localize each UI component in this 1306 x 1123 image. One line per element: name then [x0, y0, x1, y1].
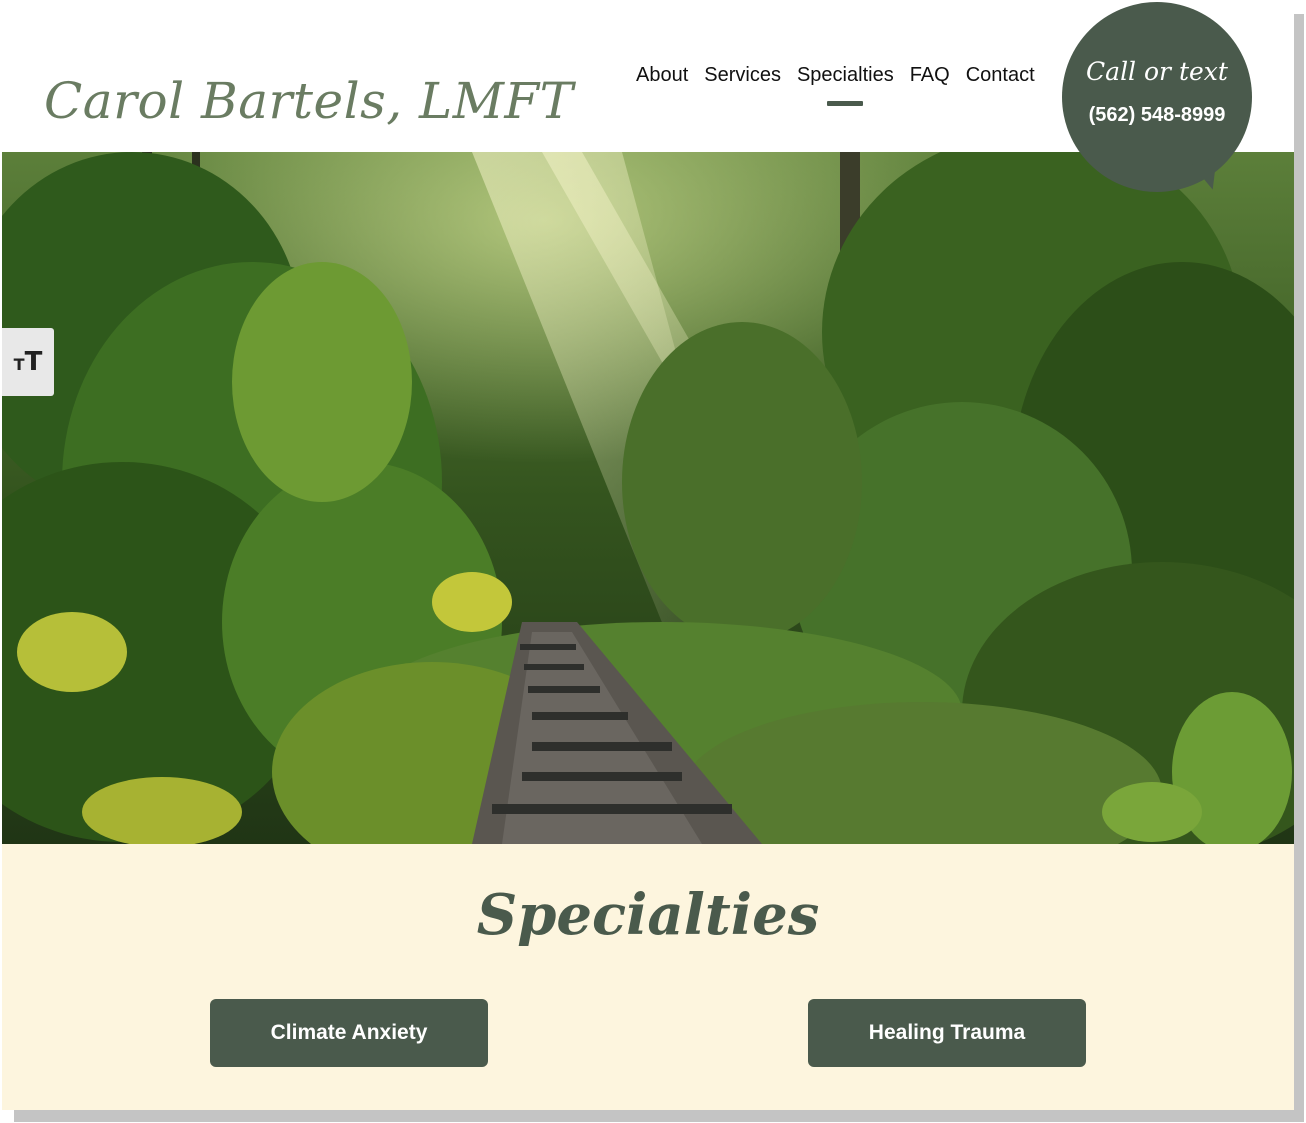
nav-item-contact[interactable]: Contact	[958, 64, 1043, 87]
section-title: Specialties	[476, 882, 820, 948]
nav-item-faq[interactable]: FAQ	[902, 64, 958, 87]
hero-banner	[2, 152, 1294, 844]
forest-path-image	[2, 152, 1294, 844]
nav-item-about[interactable]: About	[636, 64, 696, 87]
specialties-section: Specialties Climate Anxiety Healing Trau…	[2, 844, 1294, 1110]
nav-item-specialties[interactable]: Specialties	[789, 64, 902, 106]
main-nav: About Services Specialties FAQ Contact	[636, 64, 1043, 106]
phone-number[interactable]: (562) 548-8999	[1062, 104, 1252, 127]
healing-trauma-button[interactable]: Healing Trauma	[808, 999, 1086, 1067]
site-logo[interactable]: Carol Bartels, LMFT	[44, 72, 573, 130]
call-or-text-label: Call or text	[1086, 57, 1228, 86]
nav-item-services[interactable]: Services	[696, 64, 789, 87]
text-size-button[interactable]: TT	[2, 328, 54, 396]
text-size-icon: TT	[13, 347, 43, 377]
call-or-text-bubble[interactable]: Call or text (562) 548-8999	[1062, 2, 1252, 192]
climate-anxiety-button[interactable]: Climate Anxiety	[210, 999, 488, 1067]
